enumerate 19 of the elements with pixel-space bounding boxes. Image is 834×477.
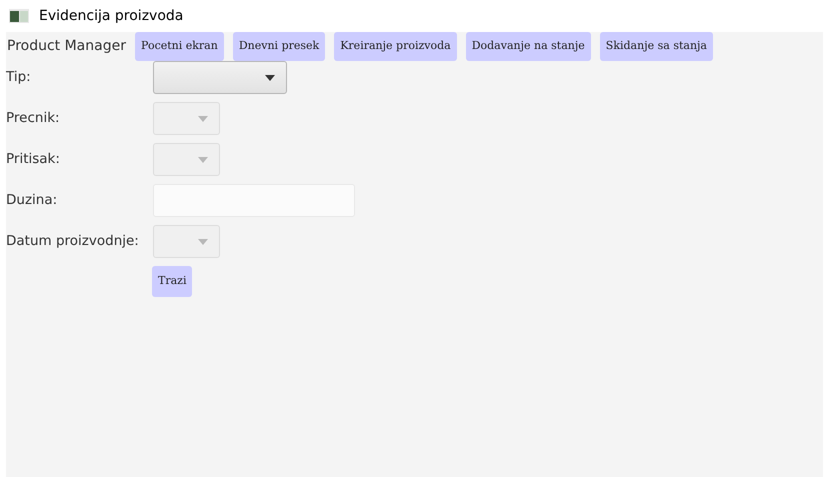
- dropdown-arrow-icon: [265, 74, 275, 80]
- window-icon: [9, 9, 29, 23]
- field-label: Precnik:: [6, 109, 61, 128]
- field-label: Duzina:: [6, 191, 58, 210]
- nav-button[interactable]: Dnevni presek: [232, 32, 326, 61]
- field-label: Pritisak:: [6, 150, 61, 170]
- dropdown-arrow-icon: [198, 238, 208, 244]
- window-title: Evidencija proizvoda: [39, 6, 184, 26]
- app-name: Product Manager: [7, 37, 126, 56]
- nav-button[interactable]: Dodavanje na stanje: [466, 32, 591, 61]
- nav-button[interactable]: Kreiranje proizvoda: [334, 32, 457, 61]
- dropdown-arrow-icon: [198, 116, 208, 122]
- nav-button[interactable]: Pocetni ekran: [134, 32, 224, 61]
- dropdown[interactable]: [153, 61, 287, 94]
- field-label: Datum proizvodnje:: [6, 232, 140, 252]
- field-label: Tip:: [6, 68, 32, 88]
- dropdown-arrow-icon: [198, 156, 208, 162]
- nav-button[interactable]: Skidanje sa stanja: [600, 32, 713, 61]
- search-button[interactable]: Trazi: [152, 266, 192, 297]
